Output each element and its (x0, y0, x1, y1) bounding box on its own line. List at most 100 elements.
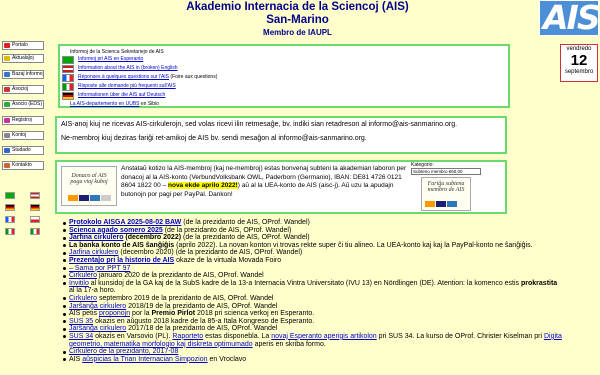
uubs-department: La AIS-departemento en UUBS en Sibio (70, 101, 159, 107)
polish-flag-icon[interactable] (30, 216, 40, 223)
news-text: (de la prezidanto de AIS, OProf. Wandel) (162, 226, 292, 234)
news-item: Jarfina cirkulero (decembro 2022) (de la… (63, 234, 600, 242)
mastercard-icon (425, 200, 435, 207)
news-link[interactable]: Jarfina cirkulero (69, 234, 123, 241)
info-link-text[interactable]: Réponses à quelques questions sur l'AIS (78, 74, 169, 80)
sidebar-item-aktualajoj[interactable]: Aktualaĵoj (2, 54, 44, 63)
news-link[interactable]: Protokolo AISGA 2025-08-02 BAW (69, 219, 181, 226)
sidebar-item-kontoj[interactable]: Kontoj (2, 131, 44, 140)
donation-text: Anstataŭ kotizo la AIS-membroj (kaj ne-m… (121, 165, 413, 199)
uk-flag-icon[interactable] (30, 192, 40, 199)
info-link-text[interactable]: Informoj pri AIS en Esperanto (78, 56, 143, 62)
sidebar-item-label: Portalo (12, 42, 28, 48)
german-flag-icon[interactable] (5, 204, 15, 211)
ais-logo[interactable]: AIS (539, 0, 599, 36)
page-header: Akademio Internacia de la Sciencoj (AIS)… (0, 0, 600, 38)
bank-icon (101, 194, 111, 201)
notice-line-1: AIS-anoj kiuj ne ricevas AIS-cirkulerojn… (61, 121, 458, 128)
news-item: La banka konto de AIS ŝanĝiĝis (aprilo 2… (63, 241, 600, 250)
italian-flag-icon[interactable] (5, 228, 15, 235)
sidebar-item-kontakto[interactable]: Kontakto (2, 161, 44, 170)
news-text: por la (130, 310, 152, 318)
news-item: Jarŝanĝa cirkulero 2017/18 de la prezida… (63, 325, 600, 333)
news-item: AIS aŭspicias la Trian Internacian Simpo… (63, 355, 600, 364)
news-item: Protokolo AISGA 2025-08-02 BAW (de la pr… (63, 219, 600, 227)
sidebar-item-studado[interactable]: Studado (2, 146, 44, 155)
sidebar-item-registroj[interactable]: Registroj (2, 116, 44, 125)
news-link[interactable]: Scienca agado somero 2025 (69, 227, 163, 234)
info-link-it[interactable]: Risposte alle domande più frequenti sull… (62, 83, 176, 91)
info-link-en[interactable]: Information about the AIS in (broken) En… (62, 65, 178, 73)
news-prefix: AIS (69, 355, 83, 363)
news-link[interactable]: novaj Esperanto aperigis artikolon (271, 333, 376, 340)
news-link[interactable]: Raportetо (172, 333, 203, 340)
info-link-fr[interactable]: Réponses à quelques questions sur l'AIS … (62, 74, 218, 82)
info-icon (4, 72, 10, 77)
news-text-bold: prokrastita (521, 279, 558, 287)
info-link-eo[interactable]: Informoj pri AIS en Esperanto (62, 56, 143, 64)
sidebar-item-bazaj-informoj[interactable]: Bazaj informoj (2, 70, 44, 79)
news-link[interactable]: Cirkulero (69, 272, 97, 279)
info-link-suffix: (Foire aux questions) (169, 74, 218, 80)
paypal-member-label: Fariĝu subtena membro de AIS (427, 181, 465, 193)
news-link[interactable]: Cirkulero (69, 295, 97, 302)
news-text: (de la prezidanto de AIS, OProf. Wandel) (181, 234, 310, 242)
uubs-link[interactable]: La AIS-departemento en UUBS (70, 101, 140, 107)
sidebar-item-label: Registroj (12, 117, 32, 123)
sidebar-item-label: Asocioj (12, 86, 29, 92)
date-day: 12 (570, 52, 588, 69)
news-link[interactable]: aŭspicias la Trian Internacian Simpozion (82, 356, 207, 363)
info-links-box: Informoj de la Scienca Sekretariejo de A… (58, 44, 510, 108)
category-select[interactable]: Subteno membro €60,00 (411, 168, 481, 175)
news-text: (de la prezidanto de AIS, OProf. Wandel) (181, 219, 310, 226)
news-text: al kunsidoj de la GA kaj de la SubS kadr… (88, 279, 522, 287)
news-link[interactable]: SUS 35 (69, 318, 93, 325)
news-list: Protokolo AISGA 2025-08-02 BAW (de la pr… (62, 219, 600, 363)
italian-flag-icon[interactable] (30, 228, 40, 235)
news-text: okaze de la virtuala Movada Foiro (174, 256, 282, 264)
news-item: SUS 34 okazis en Varsovio (PL). Raportet… (63, 332, 600, 341)
news-link[interactable]: Prezentaĵo pri la historio de AIS (69, 257, 174, 264)
account-icon (4, 133, 10, 138)
info-link-de[interactable]: Informationen über die AIS auf Deutsch (62, 92, 165, 100)
date-month: septembro (564, 69, 594, 75)
news-link[interactable]: Digita (544, 333, 562, 340)
sidebar-item-label: Studado (12, 147, 31, 153)
sidebar-item-asocio-eds[interactable]: Asocio (EDS) (2, 100, 44, 109)
italian-flag-icon (62, 83, 74, 91)
news-link[interactable]: proponojn (99, 310, 130, 317)
esperanto-flag-icon[interactable] (5, 192, 15, 199)
news-link[interactable]: Jarŝanĝa cirkulero (69, 325, 126, 332)
paypal-donate-button[interactable]: Donaco al AIS pagu viaj kuboj (61, 166, 117, 206)
news-link[interactable]: SUS 34 (69, 333, 93, 340)
news-link[interactable]: geometrio, matematika morfologio kaj dis… (69, 341, 253, 348)
news-text: 2018/19 de la prezidanto de AIS, OProf. … (126, 302, 278, 310)
info-link-text[interactable]: Information about the AIS in (broken) En… (78, 65, 178, 71)
news-bold-text: banka konto de AIS ŝanĝiĝis (79, 241, 175, 249)
news-text: al la 17-a horo. (69, 287, 116, 295)
news-link[interactable]: Invitilo (69, 280, 89, 287)
sidebar-item-portalo[interactable]: Portalo (2, 41, 44, 50)
news-text: okazis en Varsovio (PL). (93, 332, 173, 340)
news-link[interactable]: – Sama por PPT 97 (69, 265, 130, 272)
register-icon (4, 118, 10, 123)
payment-cards (425, 200, 458, 207)
sidebar-item-asocioj[interactable]: Asocioj (2, 85, 44, 94)
infobox-heading: Informoj de la Scienca Sekretariejo de A… (70, 49, 164, 55)
german-flag-icon[interactable] (30, 204, 40, 211)
category-selected-value: Subteno membro €60,00 (413, 169, 463, 174)
news-text: estas disponebla. La (203, 332, 272, 340)
news-item: SUS 35 okazis en aŭgusto 2018 kadre de l… (63, 318, 600, 326)
news-item: Cirkulero de la prezidanto, 2017-08 (63, 348, 600, 356)
info-link-text[interactable]: Risposte alle domande più frequenti sull… (78, 83, 176, 89)
contact-icon (4, 163, 10, 168)
news-link[interactable]: Jarŝanĝa cirkulero (69, 303, 126, 310)
news-text-bold: (decembro 2022) (123, 234, 182, 242)
sidebar-item-label: Kontoj (12, 132, 27, 138)
paypal-member-button[interactable]: Fariĝu subtena membro de AIS (421, 177, 471, 211)
news-link[interactable]: Cirkulero de la prezidanto, 2017-08 (69, 348, 178, 355)
news-item-continuation: geometrio, matematika morfologio kaj dis… (69, 341, 600, 349)
info-link-text[interactable]: Informationen über die AIS auf Deutsch (78, 92, 165, 98)
french-flag-icon[interactable] (5, 216, 15, 223)
news-link[interactable]: Jarfina cirkulero (69, 249, 118, 256)
